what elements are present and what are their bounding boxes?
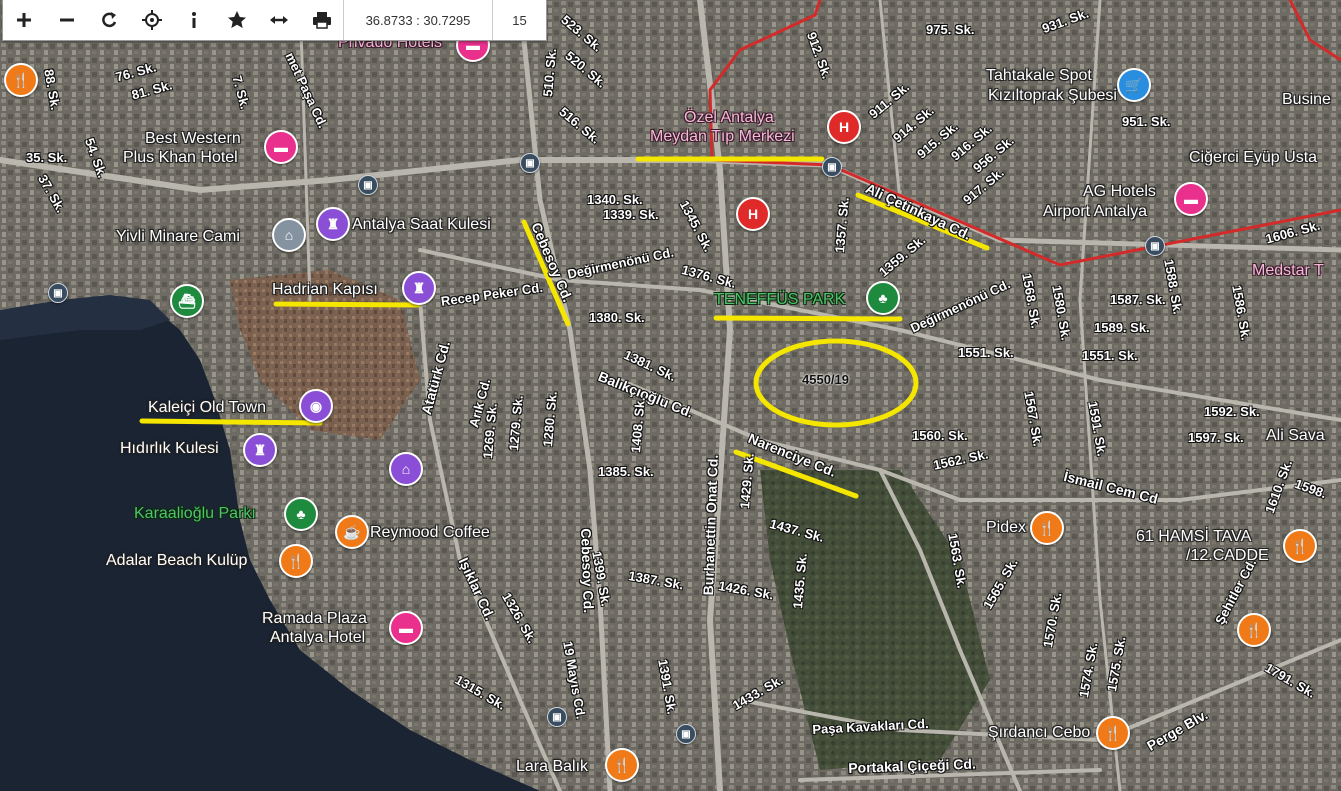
place-label: Best Western	[145, 130, 241, 147]
refresh-button[interactable]	[88, 0, 131, 40]
satellite-map[interactable]: 36.8733 : 30.7295 15 ▬ 🍴 ▬ ♜ ⌂ ♜ ⛴ ◉ ♜ ⌂…	[0, 0, 1341, 791]
place-label: Hadrian Kapısı	[272, 281, 378, 298]
favorite-button[interactable]	[216, 0, 259, 40]
hotel-icon[interactable]: ▬	[264, 130, 298, 164]
star-icon	[227, 11, 246, 28]
shopping-cart-icon[interactable]: 🛒	[1117, 68, 1151, 102]
park-icon[interactable]: ♣	[866, 281, 900, 315]
print-button[interactable]	[301, 0, 344, 40]
street-label: 1380. Sk.	[589, 310, 645, 325]
coordinates-readout: 36.8733 : 30.7295	[343, 0, 492, 40]
place-label: Busine	[1282, 91, 1331, 108]
place-label: TENEFFÜS PARK	[714, 291, 846, 308]
place-label: Plus Khan Hotel	[123, 149, 238, 166]
street-label: 951. Sk.	[1122, 114, 1171, 129]
place-label: Medstar T	[1252, 262, 1324, 279]
minus-icon	[59, 18, 74, 22]
printer-icon	[312, 12, 331, 29]
restaurant-icon[interactable]: 🍴	[1030, 511, 1064, 545]
bus-stop-icon[interactable]: ▣	[1145, 236, 1165, 256]
street-label: 975. Sk.	[926, 22, 975, 37]
plus-icon	[17, 13, 32, 27]
place-label: Antalya Hotel	[270, 629, 366, 646]
bus-stop-icon[interactable]: ▣	[520, 153, 540, 173]
place-label: Tahtakale Spot	[986, 67, 1092, 84]
bus-stop-icon[interactable]: ▣	[48, 283, 68, 303]
zoom-out-button[interactable]	[46, 0, 89, 40]
place-label: Antalya Saat Kulesi	[352, 216, 491, 233]
place-label: Ciğerci Eyüp Usta	[1189, 149, 1318, 166]
camera-icon[interactable]: ◉	[299, 389, 333, 423]
place-label: Reymood Coffee	[370, 524, 490, 541]
refresh-icon	[102, 12, 117, 28]
arrows-horizontal-icon	[270, 16, 289, 24]
restaurant-icon[interactable]: 🍴	[279, 544, 313, 578]
restaurant-icon[interactable]: ☕	[335, 515, 369, 549]
hospital-icon[interactable]: H	[827, 110, 861, 144]
place-label: Kızıltoprak Şubesi	[988, 87, 1117, 104]
landmark-icon[interactable]: ⌂	[389, 452, 423, 486]
street-label: 1587. Sk.	[1110, 292, 1166, 307]
place-label: AG Hotels	[1083, 183, 1156, 200]
hotel-icon[interactable]: ▬	[389, 611, 423, 645]
locate-button[interactable]	[131, 0, 174, 40]
ferry-icon[interactable]: ⛴	[170, 284, 204, 318]
map-toolbar: 36.8733 : 30.7295 15	[2, 0, 547, 41]
place-label: 61 HAMSİ TAVA	[1136, 528, 1252, 545]
place-label: Ramada Plaza	[262, 610, 367, 627]
parcel-label[interactable]: 4550/19	[802, 372, 849, 387]
hospital-icon[interactable]: H	[736, 197, 770, 231]
place-label: Şırdancı Cebo	[988, 724, 1091, 741]
info-button[interactable]	[173, 0, 216, 40]
street-label: 1589. Sk.	[1094, 320, 1150, 335]
street-label: 35. Sk.	[26, 150, 68, 165]
crosshair-icon	[141, 10, 162, 30]
restaurant-icon[interactable]: 🍴	[1237, 613, 1271, 647]
street-label: 1551. Sk.	[1082, 348, 1138, 363]
place-label: Kaleiçi Old Town	[148, 399, 266, 416]
bus-stop-icon[interactable]: ▣	[358, 175, 378, 195]
place-label: Adalar Beach Kulüp	[106, 552, 248, 569]
street-label: 1385. Sk.	[598, 464, 654, 479]
landmark-icon[interactable]: ♜	[316, 207, 350, 241]
bus-stop-icon[interactable]: ▣	[822, 157, 842, 177]
landmark-icon[interactable]: ♜	[243, 433, 277, 467]
measure-button[interactable]	[258, 0, 301, 40]
zoom-in-button[interactable]	[3, 0, 46, 40]
place-label: Yivli Minare Cami	[116, 228, 240, 245]
place-label: Ali Sava	[1266, 427, 1325, 444]
street-label: 1560. Sk.	[912, 428, 968, 443]
landmark-icon[interactable]: ♜	[402, 271, 436, 305]
place-label: Hıdırlık Kulesi	[120, 440, 219, 457]
place-label: Pidex	[986, 519, 1027, 536]
restaurant-icon[interactable]: 🍴	[605, 748, 639, 782]
info-icon	[192, 12, 197, 28]
mosque-icon[interactable]: ⌂	[272, 218, 306, 252]
bus-stop-icon[interactable]: ▣	[676, 724, 696, 744]
bus-stop-icon[interactable]: ▣	[547, 707, 567, 727]
street-label: 1551. Sk.	[958, 345, 1014, 360]
street-label: 1592. Sk.	[1204, 404, 1260, 419]
zoom-level-readout: 15	[492, 0, 546, 40]
place-label: Airport Antalya	[1043, 203, 1148, 220]
place-label: Karaalioğlu Parkı	[134, 505, 256, 522]
street-label: 1339. Sk.	[603, 207, 659, 222]
restaurant-icon[interactable]: 🍴	[1096, 716, 1130, 750]
hotel-icon[interactable]: ▬	[1174, 182, 1208, 216]
place-label: Lara Balık	[516, 758, 589, 775]
restaurant-icon[interactable]: 🍴	[1283, 529, 1317, 563]
place-label: Meydan Tıp Merkezi	[650, 128, 795, 145]
street-label: 1340. Sk.	[587, 192, 643, 207]
place-label: Özel Antalya	[684, 109, 774, 126]
street-label: 1597. Sk.	[1188, 430, 1244, 445]
park-icon[interactable]: ♣	[284, 497, 318, 531]
restaurant-icon[interactable]: 🍴	[4, 63, 38, 97]
